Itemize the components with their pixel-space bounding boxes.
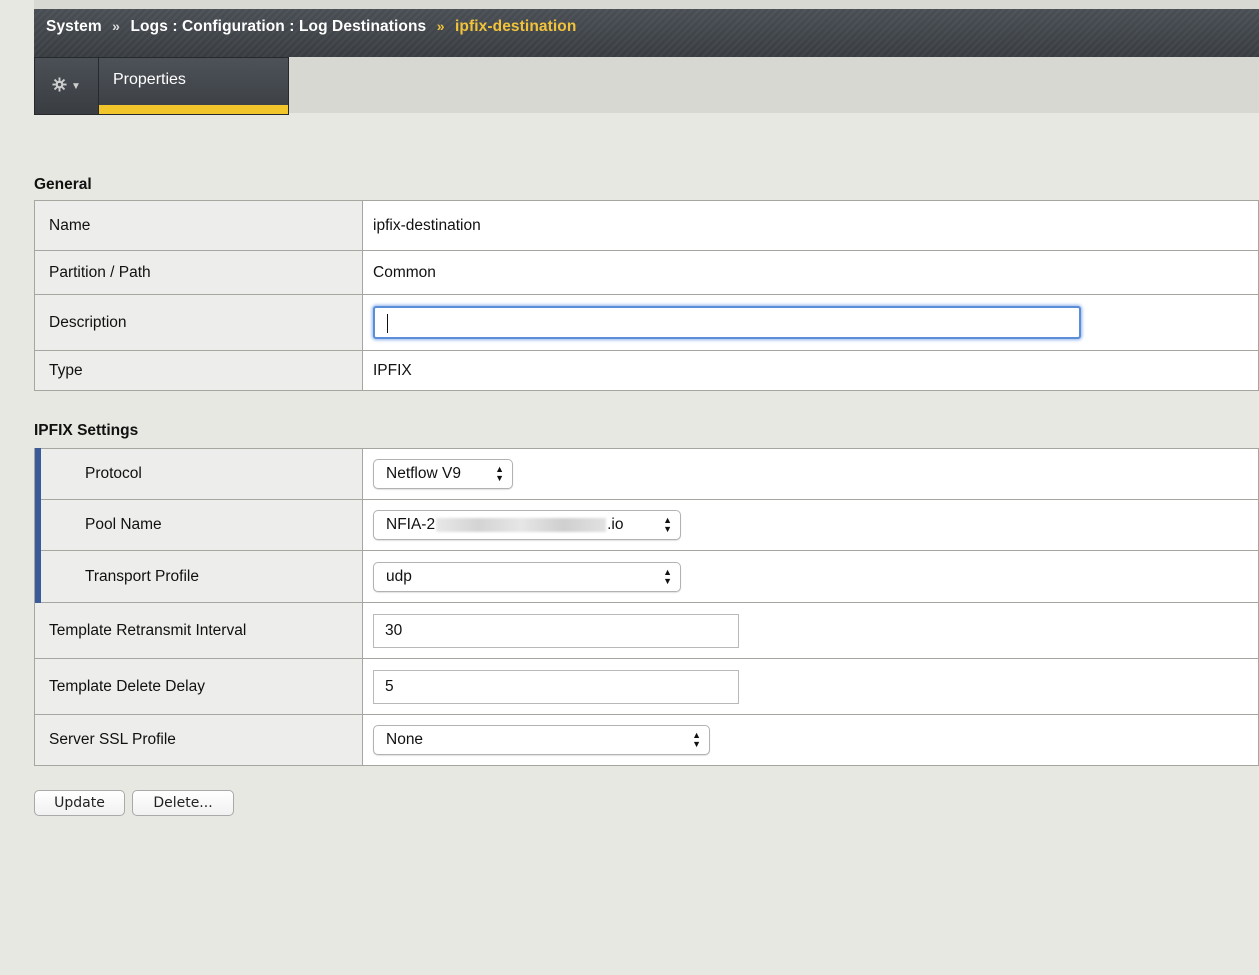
- table-row: Name ipfix-destination: [34, 200, 1259, 251]
- tab-properties-label: Properties: [113, 71, 186, 88]
- tab-properties[interactable]: Properties: [99, 57, 289, 115]
- delete-button[interactable]: Delete...: [132, 790, 234, 816]
- section-title-general: General: [34, 176, 92, 193]
- table-row: Transport Profile udp ▲ ▼: [34, 550, 1259, 604]
- server-ssl-profile-select[interactable]: None ▲ ▼: [373, 725, 710, 755]
- section-title-ipfix-settings: IPFIX Settings: [34, 422, 139, 439]
- delete-delay-value: 5: [385, 677, 394, 695]
- pool-name-select[interactable]: NFIA-2 .io ▲ ▼: [373, 510, 681, 540]
- select-arrows-icon: ▲ ▼: [663, 566, 672, 586]
- table-row: Type IPFIX: [34, 350, 1259, 391]
- update-button[interactable]: Update: [34, 790, 125, 816]
- retransmit-interval-label: Template Retransmit Interval: [34, 602, 363, 659]
- partition-value: Common: [362, 250, 1259, 295]
- retransmit-interval-input[interactable]: 30: [373, 613, 739, 648]
- text-cursor: [387, 314, 388, 333]
- breadcrumb-current: ipfix-destination: [455, 18, 577, 35]
- pool-name-prefix: NFIA-2: [386, 516, 436, 533]
- table-row: Partition / Path Common: [34, 250, 1259, 295]
- table-row: Pool Name NFIA-2 .io ▲ ▼: [34, 499, 1259, 552]
- description-input[interactable]: [373, 306, 1081, 339]
- chevron-down-icon: ▼: [71, 80, 81, 92]
- delete-delay-label: Template Delete Delay: [34, 658, 363, 715]
- title-bar: System » Logs : Configuration : Log Dest…: [34, 0, 1259, 57]
- name-value: ipfix-destination: [362, 200, 1259, 251]
- gear-icon: [52, 76, 67, 96]
- table-row: Description: [34, 294, 1259, 351]
- retransmit-interval-value: 30: [385, 621, 403, 639]
- pool-name-suffix: .io: [607, 516, 624, 533]
- delete-delay-input[interactable]: 5: [373, 669, 739, 704]
- transport-profile-select[interactable]: udp ▲ ▼: [373, 561, 681, 592]
- select-arrows-icon: ▲ ▼: [663, 515, 672, 534]
- breadcrumb-separator: »: [112, 18, 121, 34]
- name-label: Name: [34, 200, 363, 251]
- table-row: Template Delete Delay 5: [34, 658, 1259, 715]
- transport-profile-selected: udp: [386, 567, 412, 585]
- protocol-selected: Netflow V9: [386, 465, 461, 482]
- table-row: Protocol Netflow V9 ▲ ▼: [34, 448, 1259, 501]
- ipfix-settings-table: Protocol Netflow V9 ▲ ▼ Pool Name NFIA-2 …: [34, 448, 1259, 766]
- server-ssl-profile-selected: None: [386, 731, 424, 748]
- breadcrumb-separator: »: [436, 18, 445, 34]
- description-label: Description: [34, 294, 363, 351]
- protocol-select[interactable]: Netflow V9 ▲ ▼: [373, 459, 513, 489]
- table-row: Server SSL Profile None ▲ ▼: [34, 714, 1259, 766]
- breadcrumb-item-log-destinations[interactable]: Logs : Configuration : Log Destinations: [130, 18, 426, 35]
- tab-strip: ▼ Properties: [34, 57, 1259, 115]
- select-arrows-icon: ▲ ▼: [692, 730, 701, 749]
- redacted-text: [436, 518, 607, 532]
- breadcrumb-item-system[interactable]: System: [46, 18, 102, 35]
- gear-menu-button[interactable]: ▼: [34, 57, 99, 115]
- table-row: Template Retransmit Interval 30: [34, 602, 1259, 659]
- breadcrumb: System » Logs : Configuration : Log Dest…: [46, 18, 576, 36]
- select-arrows-icon: ▲ ▼: [495, 464, 504, 483]
- pool-name-label: Pool Name: [34, 499, 363, 552]
- general-table: Name ipfix-destination Partition / Path …: [34, 200, 1259, 391]
- transport-profile-label: Transport Profile: [34, 550, 363, 604]
- active-tab-indicator: [99, 105, 288, 114]
- type-label: Type: [34, 350, 363, 391]
- partition-label: Partition / Path: [34, 250, 363, 295]
- server-ssl-profile-label: Server SSL Profile: [34, 714, 363, 766]
- type-value: IPFIX: [362, 350, 1259, 391]
- protocol-label: Protocol: [34, 448, 363, 501]
